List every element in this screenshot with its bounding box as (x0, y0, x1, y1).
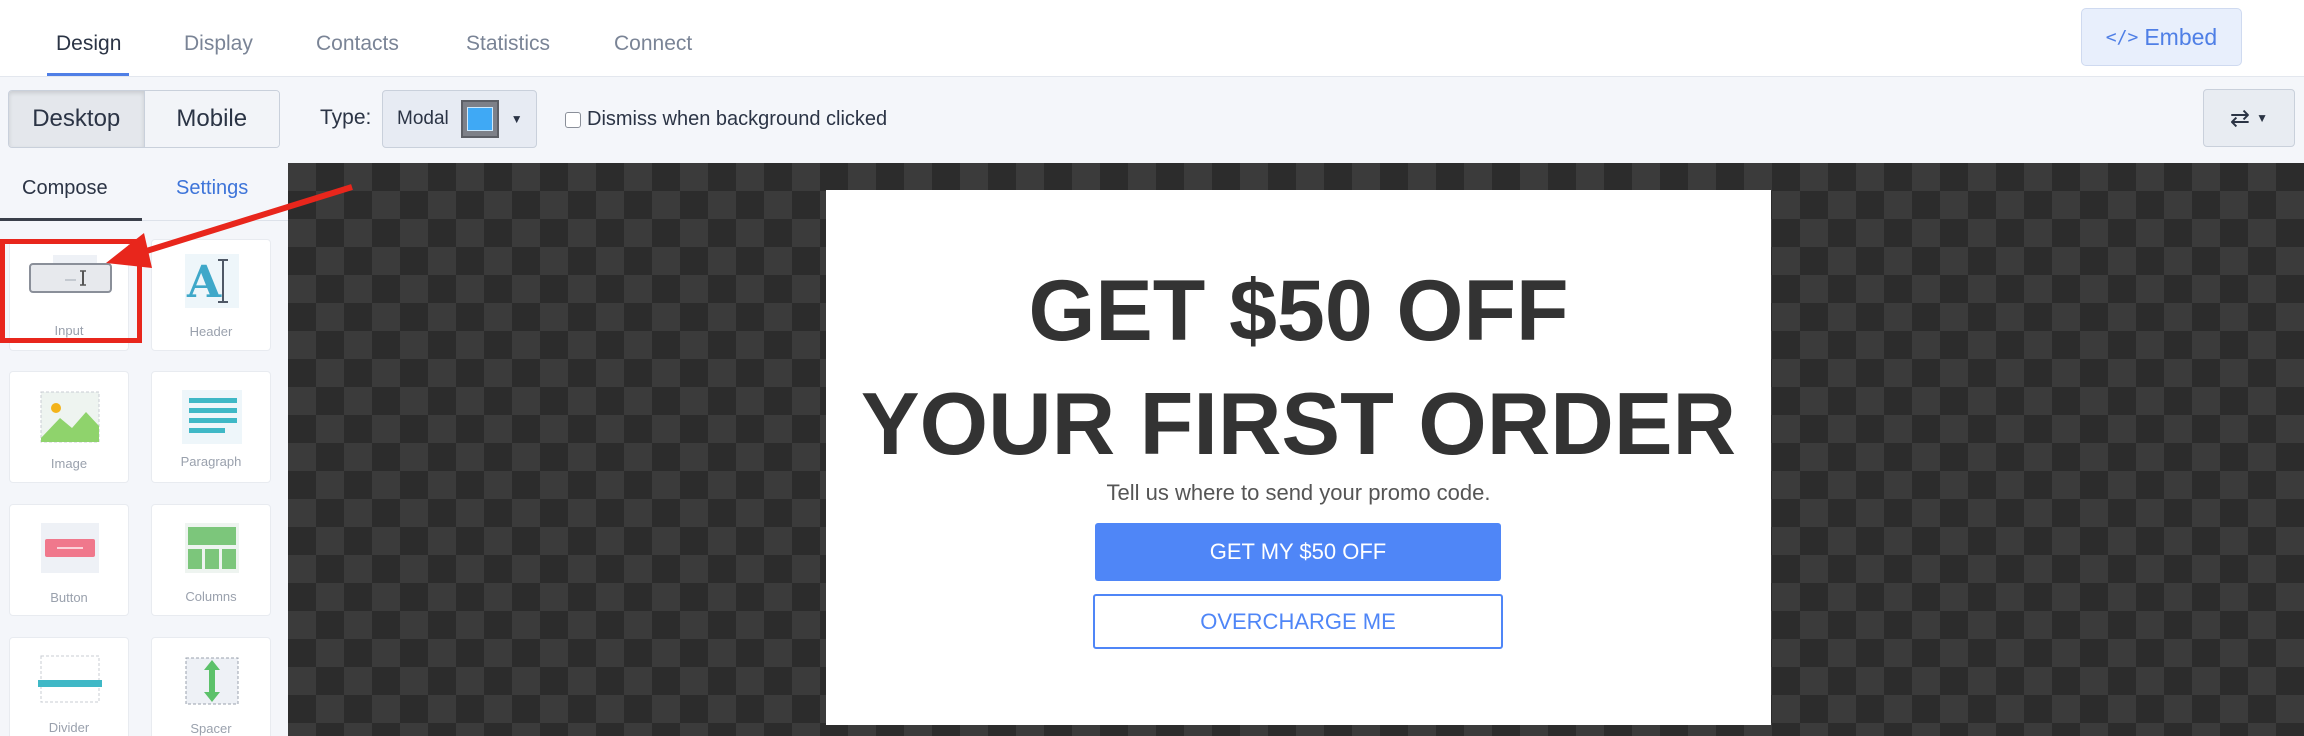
block-columns[interactable]: Columns (151, 504, 271, 616)
block-divider[interactable]: Divider (9, 637, 129, 736)
active-tab-indicator (0, 218, 142, 221)
block-label: Header (189, 324, 233, 339)
tab-connect[interactable]: Connect (614, 32, 692, 56)
editor-toolbar: Desktop Mobile Type: Modal ▼ Dismiss whe… (0, 76, 2304, 163)
tab-settings[interactable]: Settings (176, 177, 248, 200)
block-label: Image (50, 456, 88, 471)
headline-line2[interactable]: YOUR FIRST ORDER (826, 373, 1771, 475)
block-label: Paragraph (180, 454, 242, 469)
block-spacer[interactable]: Spacer (151, 637, 271, 736)
chevron-down-icon: ▼ (510, 112, 523, 126)
embed-button[interactable]: </> Embed (2081, 8, 2242, 66)
block-label: Spacer (190, 721, 232, 736)
dismiss-option[interactable]: Dismiss when background clicked (565, 108, 887, 131)
mobile-button[interactable]: Mobile (144, 91, 279, 147)
spacer-icon (185, 657, 239, 705)
block-button[interactable]: Button (9, 504, 129, 616)
swap-icon: ⇄ (2230, 104, 2251, 132)
top-navigation: Design Display Contacts Statistics Conne… (0, 0, 2304, 76)
divider-icon (38, 655, 102, 703)
dismiss-checkbox[interactable] (565, 111, 581, 128)
paragraph-icon (182, 390, 242, 444)
dismiss-label: Dismiss when background clicked (587, 108, 888, 130)
decline-button[interactable]: OVERCHARGE ME (1093, 594, 1503, 649)
subtext[interactable]: Tell us where to send your promo code. (826, 480, 1771, 506)
modal-icon (460, 100, 499, 138)
header-icon: A (185, 254, 239, 308)
tab-statistics[interactable]: Statistics (466, 32, 550, 56)
headline-line1[interactable]: GET $50 OFF (826, 262, 1771, 361)
embed-label: Embed (2144, 23, 2218, 50)
button-icon (41, 523, 99, 573)
block-label: Divider (48, 720, 90, 735)
tab-contacts[interactable]: Contacts (316, 32, 399, 56)
block-paragraph[interactable]: Paragraph (151, 371, 271, 483)
svg-text:A: A (186, 257, 222, 308)
image-icon (40, 391, 100, 443)
code-icon: </> (2105, 26, 2139, 48)
chevron-down-icon: ▼ (2256, 111, 2268, 125)
block-label: Columns (185, 589, 237, 604)
compose-sidebar: Compose Settings Input A Header Image Pa… (0, 163, 288, 736)
desktop-button[interactable]: Desktop (9, 91, 145, 147)
type-select[interactable]: Modal ▼ (382, 90, 537, 148)
block-label: Button (50, 590, 88, 605)
input-block-highlight (0, 239, 142, 343)
type-label: Type: (320, 106, 372, 129)
tab-compose[interactable]: Compose (22, 177, 108, 200)
swap-button[interactable]: ⇄ ▼ (2203, 89, 2295, 147)
block-header[interactable]: A Header (151, 239, 271, 351)
tab-design[interactable]: Design (56, 32, 121, 56)
modal-preview[interactable]: GET $50 OFF YOUR FIRST ORDER Tell us whe… (826, 190, 1771, 725)
type-value: Modal (397, 108, 449, 129)
tab-display[interactable]: Display (184, 32, 253, 56)
device-toggle: Desktop Mobile (8, 90, 280, 148)
block-image[interactable]: Image (9, 371, 129, 483)
columns-icon (185, 523, 239, 573)
cta-button[interactable]: GET MY $50 OFF (1095, 523, 1501, 581)
